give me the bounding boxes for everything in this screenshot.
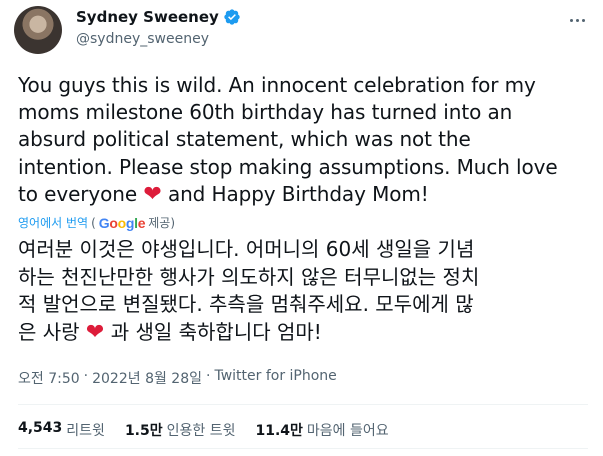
display-name[interactable]: Sydney Sweeney: [76, 8, 219, 26]
tweet-meta: 오전 7:50 · 2022년 8월 28일 · Twitter for iPh…: [18, 368, 337, 388]
author-name-row[interactable]: Sydney Sweeney: [76, 8, 241, 26]
separator: ·: [83, 368, 89, 384]
translated-text: 여러분 이것은 야생입니다. 어머니의 60세 생일을 기념 하는 천진난만한 …: [18, 236, 598, 346]
translated-line: 여러분 이것은 야생입니다. 어머니의 60세 생일을 기념: [18, 237, 475, 261]
tweet-line: intention. Please stop making assumption…: [18, 154, 558, 179]
translated-from-link[interactable]: 영어에서 번역: [18, 214, 88, 231]
translated-line: 적 발언으로 변질됐다. 추측을 멈춰주세요. 모두에게 많: [18, 292, 474, 316]
engagement-stats: 4,543 리트윗 1.5만 인용한 트윗 11.4만 마음에 들어요: [18, 420, 389, 440]
likes-stat[interactable]: 11.4만 마음에 들어요: [255, 420, 388, 440]
provided-by-label: 제공): [148, 216, 175, 230]
retweets-stat[interactable]: 4,543 리트윗: [18, 420, 105, 440]
translated-line: 과 생일 축하합니다 엄마!: [110, 319, 322, 344]
retweets-count: 4,543: [18, 420, 63, 436]
heart-emoji-icon: ❤: [143, 181, 162, 207]
open-paren: (: [91, 215, 96, 230]
tweet-date[interactable]: 2022년 8월 28일: [92, 368, 202, 388]
tweet-line: You guys this is wild. An innocent celeb…: [18, 73, 536, 97]
translation-attribution: 영어에서 번역 (Google 제공): [18, 214, 175, 231]
divider: [18, 404, 588, 405]
separator: ·: [206, 368, 211, 384]
divider: [18, 448, 588, 449]
translated-line: 하는 천진난만한 행사가 의도하지 않은 터무니없는 정치: [18, 264, 480, 289]
tweet-time[interactable]: 오전 7:50: [18, 368, 80, 388]
heart-emoji-icon: ❤: [85, 319, 105, 345]
more-options-icon[interactable]: [565, 10, 589, 30]
tweet-line: moms milestone 60th birthday has turned …: [18, 100, 513, 125]
tweet-source[interactable]: Twitter for iPhone: [214, 368, 336, 388]
translated-line: 은 사랑: [18, 319, 80, 344]
tweet-line: to everyone: [18, 181, 138, 206]
tweet-text: You guys this is wild. An innocent celeb…: [18, 72, 598, 208]
google-logo-icon: Google: [98, 214, 146, 231]
likes-count: 11.4만: [255, 423, 303, 439]
avatar[interactable]: [14, 6, 62, 54]
quotes-count: 1.5만: [124, 423, 163, 439]
retweets-label: 리트윗: [66, 423, 105, 439]
verified-badge-icon: [224, 9, 240, 25]
tweet-line: absurd political statement, which was no…: [18, 127, 471, 152]
tweet-line: and Happy Birthday Mom!: [167, 181, 429, 206]
quote-tweets-stat[interactable]: 1.5만 인용한 트윗: [125, 420, 236, 440]
quotes-label: 인용한 트윗: [166, 423, 236, 439]
handle[interactable]: @sydney_sweeney: [76, 31, 209, 47]
likes-label: 마음에 들어요: [306, 423, 389, 439]
